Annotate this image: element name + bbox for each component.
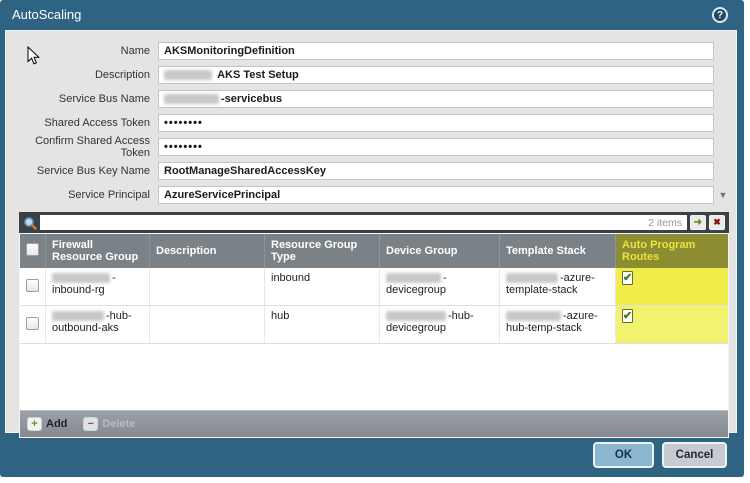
col-auto-program-routes[interactable]: Auto Program Routes (616, 234, 728, 268)
description-input[interactable]: AKS Test Setup (158, 66, 714, 84)
service-bus-key-name-input[interactable]: RootManageSharedAccessKey (158, 162, 714, 180)
shared-access-token-input[interactable]: •••••••• (158, 114, 714, 132)
clear-filter-button[interactable]: ✖ (709, 215, 725, 230)
service-principal-dropdown[interactable]: AzureServicePrincipal (158, 186, 714, 204)
table-filter-bar: 2 items ➜ ✖ (19, 212, 729, 233)
table-empty-area (20, 344, 728, 410)
form-row-confirm-shared-access-token: Confirm Shared Access Token •••••••• (6, 135, 736, 159)
redacted-text (52, 273, 110, 283)
service-bus-key-name-label: Service Bus Key Name (6, 165, 158, 177)
service-bus-name-label: Service Bus Name (6, 93, 158, 105)
redacted-text (164, 94, 219, 104)
col-resource-group-type[interactable]: Resource Group Type (265, 234, 380, 268)
ok-button[interactable]: OK (593, 442, 654, 468)
redacted-text (506, 311, 561, 321)
resource-group-type-cell: hub (265, 306, 380, 343)
table-row[interactable]: -inbound-rg inbound -devicegroup -azure-… (20, 268, 728, 306)
form-row-description: Description AKS Test Setup (6, 63, 736, 87)
shared-access-token-label: Shared Access Token (6, 117, 158, 129)
search-icon (23, 216, 37, 230)
dialog-footer: OK Cancel (0, 433, 744, 477)
cancel-button[interactable]: Cancel (662, 442, 727, 468)
description-label: Description (6, 69, 158, 81)
delete-button[interactable]: − Delete (83, 417, 135, 431)
row-select-cell (20, 268, 46, 305)
title-bar: AutoScaling ? (0, 0, 744, 30)
redacted-text (52, 311, 104, 321)
autoscaling-form: Name AKSMonitoringDefinition Description… (6, 31, 736, 207)
row-select-cell (20, 306, 46, 343)
col-device-group[interactable]: Device Group (380, 234, 500, 268)
table-header: Firewall Resource Group Description Reso… (20, 234, 728, 268)
service-bus-name-input[interactable]: -servicebus (158, 90, 714, 108)
auto-program-routes-cell: ✔ (616, 306, 728, 343)
auto-program-routes-cell: ✔ (616, 268, 728, 305)
device-group-cell: -hub-devicegroup (380, 306, 500, 343)
form-row-service-bus-name: Service Bus Name -servicebus (6, 87, 736, 111)
auto-program-routes-checkbox[interactable]: ✔ (622, 309, 633, 323)
confirm-shared-access-token-input[interactable]: •••••••• (158, 138, 714, 156)
service-principal-label: Service Principal (6, 189, 158, 201)
name-input[interactable]: AKSMonitoringDefinition (158, 42, 714, 60)
col-description[interactable]: Description (150, 234, 265, 268)
redacted-text (386, 273, 441, 283)
template-stack-cell: -azure-hub-temp-stack (500, 306, 616, 343)
form-row-shared-access-token: Shared Access Token •••••••• (6, 111, 736, 135)
auto-program-routes-checkbox[interactable]: ✔ (622, 271, 633, 285)
device-group-cell: -devicegroup (380, 268, 500, 305)
help-icon[interactable]: ? (712, 7, 728, 23)
row-checkbox[interactable] (26, 317, 39, 330)
redacted-text (164, 70, 212, 80)
template-stack-cell: -azure-template-stack (500, 268, 616, 305)
dialog-title: AutoScaling (12, 0, 81, 30)
row-checkbox[interactable] (26, 279, 39, 292)
redacted-text (386, 311, 446, 321)
firewall-resource-group-cell: -inbound-rg (46, 268, 150, 305)
form-row-service-bus-key-name: Service Bus Key Name RootManageSharedAcc… (6, 159, 736, 183)
redacted-text (506, 273, 558, 283)
dialog-content: Name AKSMonitoringDefinition Description… (5, 30, 737, 433)
form-row-service-principal: Service Principal AzureServicePrincipal … (6, 183, 736, 207)
items-count: 2 items (648, 217, 682, 229)
select-all-checkbox[interactable] (26, 243, 39, 256)
table-row[interactable]: -hub-outbound-aks hub -hub-devicegroup -… (20, 306, 728, 344)
add-button[interactable]: + Add (27, 417, 67, 431)
firewall-resource-group-cell: -hub-outbound-aks (46, 306, 150, 343)
form-row-name: Name AKSMonitoringDefinition (6, 39, 736, 63)
confirm-shared-access-token-label: Confirm Shared Access Token (6, 135, 158, 159)
apply-filter-button[interactable]: ➜ (690, 215, 706, 230)
name-label: Name (6, 45, 158, 57)
resource-group-type-cell: inbound (265, 268, 380, 305)
minus-icon: − (83, 417, 98, 431)
select-all-cell (20, 234, 46, 268)
description-cell (150, 268, 265, 305)
firewall-table: Firewall Resource Group Description Reso… (19, 233, 729, 438)
autoscaling-dialog: AutoScaling ? Name AKSMonitoringDefiniti… (0, 0, 744, 477)
description-cell (150, 306, 265, 343)
col-firewall-resource-group[interactable]: Firewall Resource Group (46, 234, 150, 268)
col-template-stack[interactable]: Template Stack (500, 234, 616, 268)
plus-icon: + (27, 417, 42, 431)
chevron-down-icon[interactable]: ▼ (714, 190, 732, 200)
filter-input[interactable]: 2 items (40, 215, 687, 230)
